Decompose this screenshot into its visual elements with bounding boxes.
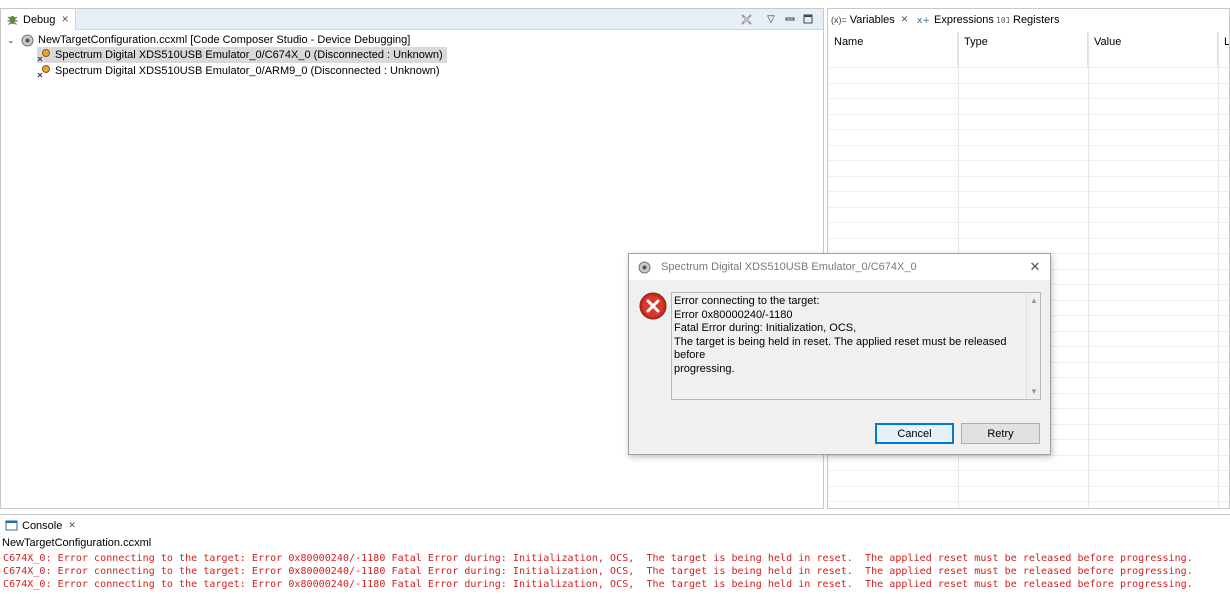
message-scrollbar[interactable]: ▲ ▼ xyxy=(1026,293,1040,399)
view-menu-icon[interactable]: ▽ xyxy=(764,12,778,26)
message-line: progressing. xyxy=(674,362,735,375)
grid-row-line xyxy=(828,113,1229,115)
console-error-line: C674X_0: Error connecting to the target:… xyxy=(3,553,1193,564)
close-icon[interactable]: ✕ xyxy=(901,14,909,25)
tab-variables[interactable]: (x)= Variables ✕ xyxy=(831,9,908,30)
grid-row-line xyxy=(828,175,1229,177)
grid-row-line xyxy=(828,501,1229,502)
column-header-type[interactable]: Type xyxy=(958,32,1088,67)
scroll-up-icon[interactable]: ▲ xyxy=(1027,294,1041,308)
column-header-value[interactable]: Value xyxy=(1088,32,1218,67)
message-line: The target is being held in reset. The a… xyxy=(674,335,1007,362)
column-header-name[interactable]: Name xyxy=(828,32,958,67)
column-divider xyxy=(1088,32,1089,508)
grid-row-line xyxy=(828,82,1229,84)
column-header-location[interactable]: Lo xyxy=(1218,32,1229,67)
close-icon[interactable]: ✕ xyxy=(68,520,76,531)
retry-button[interactable]: Retry xyxy=(961,423,1040,444)
close-icon[interactable]: ✕ xyxy=(61,14,69,25)
grid-row-line xyxy=(828,191,1229,192)
tree-row-c674x[interactable]: Spectrum Digital XDS510USB Emulator_0/C6… xyxy=(37,47,447,63)
error-dialog: Spectrum Digital XDS510USB Emulator_0/C6… xyxy=(628,253,1051,455)
console-icon xyxy=(4,519,18,533)
tree-child-label: Spectrum Digital XDS510USB Emulator_0/AR… xyxy=(55,65,440,77)
error-icon xyxy=(639,292,667,323)
disconnected-device-icon xyxy=(37,64,51,78)
column-divider xyxy=(1218,32,1219,508)
grid-row-line xyxy=(828,470,1229,471)
grid-row-line xyxy=(828,129,1229,130)
tab-console[interactable]: Console ✕ xyxy=(0,515,82,536)
tab-expressions-label: Expressions xyxy=(934,13,994,26)
svg-text:101: 101 xyxy=(996,16,1009,25)
dialog-title: Spectrum Digital XDS510USB Emulator_0/C6… xyxy=(661,261,917,273)
message-line: Fatal Error during: Initialization, OCS, xyxy=(674,322,857,334)
disconnected-device-icon xyxy=(37,48,51,62)
tab-variables-label: Variables xyxy=(849,13,895,26)
bug-icon xyxy=(5,13,19,27)
grid-row-line xyxy=(828,206,1229,208)
tree-root-label: NewTargetConfiguration.ccxml [Code Compo… xyxy=(38,34,411,46)
error-message-box[interactable]: Error connecting to the target: Error 0x… xyxy=(671,292,1041,400)
grid-row-line xyxy=(828,237,1229,239)
remove-terminated-icon[interactable] xyxy=(739,12,753,26)
console-name: NewTargetConfiguration.ccxml xyxy=(2,537,152,549)
console-view: Console ✕ NewTargetConfiguration.ccxml C… xyxy=(0,514,1230,594)
tab-registers-label: Registers xyxy=(1013,13,1060,26)
expressions-icon: x+y xyxy=(916,13,930,27)
tab-debug-label: Debug xyxy=(23,13,56,26)
tree-row-root[interactable]: ⌄ NewTargetConfiguration.ccxml [Code Com… xyxy=(7,32,410,48)
grid-row-line xyxy=(828,98,1229,99)
tree-row-arm9[interactable]: Spectrum Digital XDS510USB Emulator_0/AR… xyxy=(37,63,440,79)
tab-expressions[interactable]: x+y Expressions xyxy=(916,9,994,30)
grid-row-line xyxy=(828,222,1229,223)
grid-row-line xyxy=(828,485,1229,487)
console-error-line: C674X_0: Error connecting to the target:… xyxy=(3,566,1193,577)
dialog-title-bar: Spectrum Digital XDS510USB Emulator_0/C6… xyxy=(629,254,1050,280)
grid-row-line xyxy=(828,144,1229,146)
scroll-down-icon[interactable]: ▼ xyxy=(1027,385,1041,399)
chevron-down-icon[interactable]: ⌄ xyxy=(7,35,17,46)
tree-child-label: Spectrum Digital XDS510USB Emulator_0/C6… xyxy=(55,49,443,61)
tab-console-label: Console xyxy=(22,519,63,532)
tab-registers[interactable]: 101 Registers xyxy=(995,9,1060,30)
console-error-line: C674X_0: Error connecting to the target:… xyxy=(3,579,1193,590)
debug-tabbar: Debug ✕ ▽ xyxy=(1,9,823,30)
grid-row-line xyxy=(828,67,1229,68)
maximize-icon[interactable] xyxy=(801,12,815,26)
message-line: Error connecting to the target: xyxy=(674,295,820,307)
variables-icon: (x)= xyxy=(831,14,847,25)
app-icon xyxy=(637,260,651,274)
svg-text:x+y: x+y xyxy=(917,16,930,26)
minimize-icon[interactable] xyxy=(783,12,797,26)
registers-icon: 101 xyxy=(995,13,1009,27)
variables-tabbar: (x)= Variables ✕ x+y Expressions 101 Reg… xyxy=(828,9,1229,30)
close-icon[interactable]: ✕ xyxy=(1026,258,1044,276)
grid-row-line xyxy=(828,160,1229,161)
message-line: Error 0x80000240/-1180 xyxy=(674,308,793,321)
cancel-button[interactable]: Cancel xyxy=(875,423,954,444)
tab-debug[interactable]: Debug ✕ xyxy=(1,9,76,30)
target-config-icon xyxy=(20,33,34,47)
